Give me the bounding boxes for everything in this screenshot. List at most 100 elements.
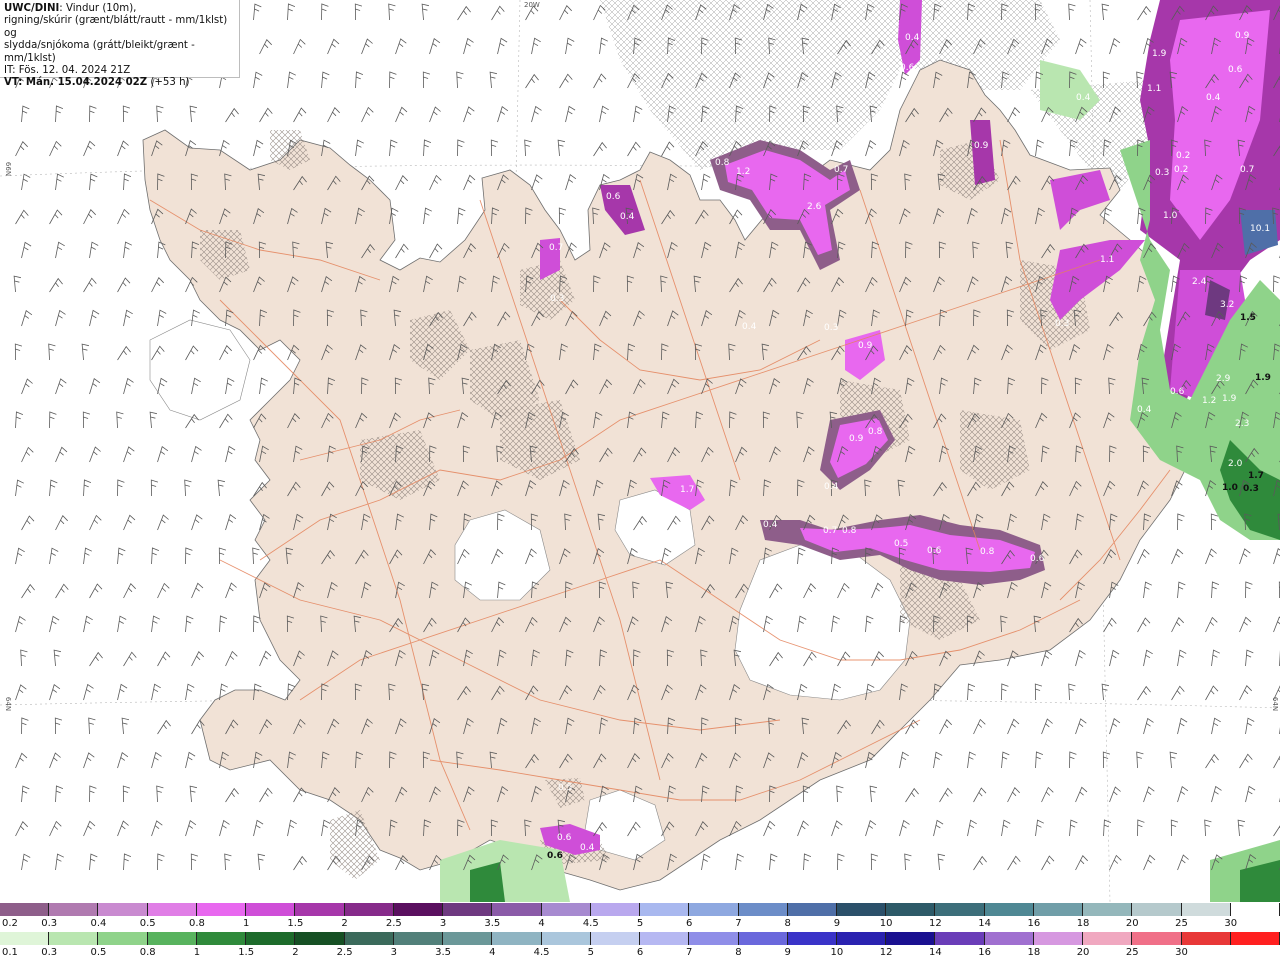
rain-scale-label: 1.5 (238, 947, 255, 958)
precip-value: 1.9 (1222, 394, 1237, 404)
snow-scale-label: 7 (735, 918, 742, 929)
precip-value: 1.2 (1202, 396, 1216, 406)
header-line-2: rigning/skúrir (grænt/blátt/rautt - mm/1… (4, 15, 228, 39)
precip-value: 1.9 (1255, 373, 1271, 383)
snow-scale-label: 1.5 (287, 918, 304, 929)
precip-value: 1.2 (736, 167, 750, 177)
precip-value: 0.8 (980, 547, 995, 557)
rain-scale-swatch (590, 932, 641, 945)
valid-time-offset: (+53 h) (147, 77, 190, 89)
precip-value: 2.4 (1192, 277, 1207, 287)
map-stage: 0.4 0.6 0.9 1.9 1.1 0.6 0.4 0.2 0.3 0.2 … (0, 0, 1280, 960)
lat-label-left-lower: 64N (4, 696, 13, 712)
snow-scale-label: 18 (1076, 918, 1090, 929)
rain-scale-swatch (984, 932, 1034, 945)
lon-label-top: 20W (524, 1, 540, 9)
header-line-3: slydda/snjókoma (grátt/bleikt/grænt - mm… (4, 40, 195, 64)
weather-map[interactable]: 0.4 0.6 0.9 1.9 1.1 0.6 0.4 0.2 0.3 0.2 … (0, 0, 1280, 902)
precip-value: 1.1 (1147, 84, 1161, 94)
precip-value: 0.2 (1174, 165, 1188, 175)
snow-scale-swatch (886, 903, 936, 916)
precip-value: 0.6 (606, 192, 621, 202)
snow-scale-swatch (787, 903, 837, 916)
snow-scale-swatch (1132, 903, 1182, 916)
rain-scale-label: 2 (292, 947, 299, 958)
snow-scale-swatch (1033, 903, 1084, 916)
precip-value: 0.6 (1228, 65, 1243, 75)
rain-scale-swatch (689, 932, 739, 945)
rain-scale-swatch (196, 932, 247, 945)
rain-scale-swatch (344, 932, 394, 945)
precip-value: 0.4 (1076, 93, 1091, 103)
rain-scale-label: 10 (830, 947, 844, 958)
rain-scale-label: 3 (390, 947, 398, 958)
snow-scale-label: 25 (1175, 918, 1188, 929)
precip-value: 0.9 (1235, 31, 1250, 41)
header-valid-time: VT: Mán. 15.04.2024 02Z (+53 h) (4, 77, 235, 89)
rain-scale-label: 8 (735, 947, 742, 958)
snow-scale-swatch (640, 903, 690, 916)
snow-scale-label: 4 (538, 918, 545, 929)
snow-scale-label: 5 (636, 918, 644, 929)
precip-value: 0.6 (900, 63, 915, 73)
rain-scale-label: 3.5 (435, 947, 452, 958)
rain-scale-label: 18 (1027, 947, 1041, 958)
snow-scale-label: 0.5 (139, 918, 156, 929)
rain-scale-swatch (1083, 932, 1133, 945)
snow-scale-swatch (590, 903, 641, 916)
precip-value: 2.3 (1235, 419, 1249, 429)
precip-value: 0.5 (558, 783, 572, 793)
rain-scale-label: 5 (587, 947, 594, 958)
snow-scale-swatch (689, 903, 739, 916)
precip-value: 0.5 (894, 539, 908, 549)
rain-scale-swatch (246, 932, 296, 945)
snow-scale-label: 30 (1224, 918, 1238, 929)
snow-scale-label: 14 (978, 918, 991, 929)
rain-scale-label: 0.5 (90, 947, 107, 958)
snow-scale-swatch (1083, 903, 1133, 916)
precip-value: 1.7 (680, 485, 694, 495)
precip-value: 2.6 (807, 202, 822, 212)
precip-value: 0.6 (927, 546, 942, 556)
rain-scale-swatch (787, 932, 837, 945)
precip-value: 0.8 (715, 158, 730, 168)
rain-scale-swatch (147, 932, 197, 945)
rain-scale-swatch (1230, 932, 1280, 945)
rain-color-scale (0, 932, 1280, 945)
rain-scale-label: 20 (1076, 947, 1090, 958)
precip-value: 0.4 (763, 520, 778, 530)
precip-value: 0.7 (1240, 165, 1254, 175)
rain-scale-swatch (541, 932, 591, 945)
rain-scale-swatch (935, 932, 985, 945)
snow-color-scale (0, 903, 1280, 916)
snow-scale-label: 2.5 (385, 918, 402, 929)
snow-scale-swatch (738, 903, 788, 916)
precip-value: 0.8 (868, 427, 883, 437)
precip-value: 0.9 (858, 341, 873, 351)
snow-scale-label: 4.5 (582, 918, 599, 929)
snow-scale-swatch (935, 903, 985, 916)
precip-value: 0.2 (1176, 151, 1190, 161)
snow-scale-swatch (1230, 903, 1280, 916)
snow-scale-swatch (246, 903, 296, 916)
precip-value: 0.3 (550, 294, 564, 304)
snow-scale-swatch (1181, 903, 1231, 916)
precip-value: 1.7 (1248, 471, 1264, 481)
snow-scale-swatch (393, 903, 444, 916)
rain-scale-label: 1 (193, 947, 201, 958)
precip-value: 0.3 (1055, 319, 1069, 329)
header-init-time: IT: Fös. 12. 04. 2024 21Z (4, 65, 131, 77)
precip-value: 1.0 (1163, 211, 1178, 221)
rain-scale-label: 4.5 (533, 947, 550, 958)
precip-value: 0.3 (1155, 168, 1169, 178)
snow-scale-swatch (984, 903, 1034, 916)
rain-scale-swatch (886, 932, 936, 945)
snow-scale-swatch (344, 903, 394, 916)
snow-scale-label: 0.3 (41, 918, 58, 929)
precip-value: 3.2 (1220, 300, 1234, 310)
snow-scale-swatch (0, 903, 50, 916)
rain-scale-label: 4 (489, 947, 496, 958)
snow-scale-swatch (49, 903, 99, 916)
precip-value: 0.9 (974, 141, 989, 151)
precip-value: 0.4 (742, 322, 757, 332)
